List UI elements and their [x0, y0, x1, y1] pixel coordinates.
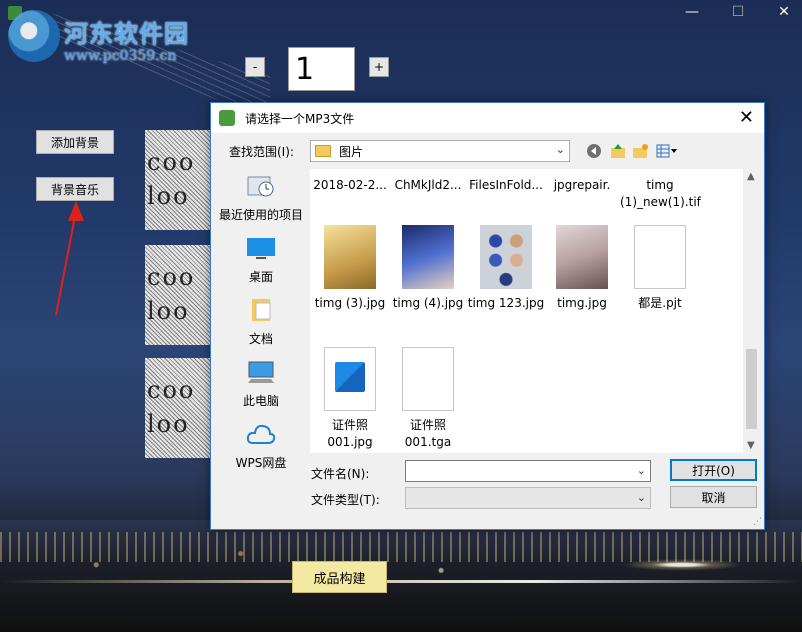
file-item[interactable]: ChMkJld2... — [388, 177, 468, 194]
file-item[interactable]: FilesInFold... — [466, 177, 546, 194]
file-name: timg 123.jpg — [467, 296, 545, 310]
image-thumbnail — [556, 225, 608, 289]
file-item[interactable]: timg 123.jpg — [466, 225, 546, 312]
up-folder-icon[interactable] — [609, 142, 627, 160]
night-city-background — [0, 520, 802, 632]
decrement-button[interactable]: - — [245, 57, 265, 77]
file-name: 证件照 001.tga — [404, 418, 452, 449]
new-folder-icon[interactable] — [631, 142, 649, 160]
place-label: 桌面 — [248, 270, 273, 284]
file-name: timg.jpg — [557, 296, 607, 310]
add-background-button[interactable]: 添加背景 — [36, 130, 114, 154]
document-icon — [634, 225, 686, 289]
document-icon — [402, 347, 454, 411]
dialog-titlebar: 请选择一个MP3文件 ✕ — [211, 103, 764, 133]
file-item[interactable]: timg (3).jpg — [310, 225, 390, 312]
page-number-field[interactable]: 1 — [288, 47, 355, 91]
background-thumbnail[interactable]: coo loo — [145, 358, 215, 458]
documents-icon — [252, 299, 271, 321]
open-file-dialog: 请选择一个MP3文件 ✕ 查找范围(I): 图片 ⌄ 最近使用的项目 桌面 文档 — [210, 102, 765, 530]
back-icon[interactable] — [585, 142, 603, 160]
minimize-button[interactable]: — — [682, 4, 702, 20]
file-item[interactable]: timg.jpg — [542, 225, 622, 312]
computer-icon — [248, 361, 274, 383]
thumbnail-text: loo — [147, 410, 190, 438]
file-item[interactable]: jpgrepair. — [542, 177, 622, 194]
file-item[interactable]: 都是.pjt — [620, 225, 700, 312]
place-label: WPS网盘 — [235, 456, 287, 470]
place-desktop[interactable]: 桌面 — [215, 235, 307, 285]
places-bar: 最近使用的项目 桌面 文档 此电脑 WPS网盘 — [215, 169, 307, 470]
place-label: 最近使用的项目 — [218, 208, 303, 222]
place-label: 文档 — [248, 332, 273, 346]
place-wps-cloud[interactable]: WPS网盘 — [215, 421, 307, 471]
file-name: jpgrepair. — [553, 178, 611, 192]
chevron-down-icon: ⌄ — [636, 464, 646, 477]
cancel-button[interactable]: 取消 — [670, 486, 757, 508]
build-product-button[interactable]: 成品构建 — [292, 561, 387, 593]
file-item[interactable]: timg (1)_new(1).tif — [620, 177, 701, 211]
scroll-down-icon[interactable]: ▼ — [747, 440, 755, 451]
place-recent[interactable]: 最近使用的项目 — [215, 173, 307, 223]
window-controls: — ☐ ✕ — [682, 4, 794, 20]
filename-label: 文件名(N): — [311, 467, 370, 481]
scroll-up-icon[interactable]: ▲ — [747, 171, 755, 182]
filetype-label: 文件类型(T): — [311, 493, 380, 507]
file-item[interactable]: 证件照 001.jpg — [310, 347, 390, 451]
thumbnail-text: loo — [147, 182, 190, 210]
thumbnail-text: coo — [147, 376, 196, 404]
vertical-scrollbar[interactable]: ▲ ▼ — [743, 169, 760, 453]
look-in-label: 查找范围(I): — [229, 145, 294, 159]
watermark-title: 河东软件园 — [64, 19, 189, 48]
place-this-pc[interactable]: 此电脑 — [215, 359, 307, 409]
file-name: timg (1)_new(1).tif — [620, 178, 701, 209]
desktop-icon — [247, 238, 275, 259]
look-in-dropdown[interactable]: 图片 ⌄ — [310, 140, 570, 162]
maximize-button[interactable]: ☐ — [728, 4, 748, 20]
close-button[interactable]: ✕ — [774, 4, 794, 20]
file-name: FilesInFold... — [469, 178, 543, 192]
thumbnail-text: coo — [147, 263, 196, 291]
watermark-url: www.pc0359.cn — [64, 48, 177, 64]
background-thumbnail[interactable]: coo loo — [145, 245, 215, 345]
red-arrow-icon — [55, 201, 84, 316]
file-name: timg (4).jpg — [392, 296, 464, 310]
thumbnail-text: coo — [147, 148, 196, 176]
scrollbar-thumb[interactable] — [746, 349, 757, 429]
dialog-app-icon — [219, 110, 235, 126]
file-name: 2018-02-2... — [313, 178, 387, 192]
view-menu-icon[interactable] — [655, 142, 679, 160]
file-name: 都是.pjt — [638, 296, 682, 310]
dialog-close-button[interactable]: ✕ — [739, 107, 754, 128]
increment-button[interactable]: + — [369, 57, 389, 77]
recent-items-icon — [247, 176, 274, 197]
file-item[interactable]: 证件照 001.tga — [388, 347, 468, 451]
image-thumbnail — [402, 225, 454, 289]
chevron-down-icon: ⌄ — [636, 491, 646, 504]
file-name: 证件照 001.jpg — [327, 418, 373, 449]
image-thumbnail — [324, 225, 376, 289]
thumbnail-text: loo — [147, 297, 190, 325]
watermark-logo-icon — [8, 10, 60, 62]
place-documents[interactable]: 文档 — [215, 297, 307, 347]
place-label: 此电脑 — [242, 394, 279, 408]
open-button[interactable]: 打开(O) — [670, 459, 757, 481]
file-item[interactable]: timg (4).jpg — [388, 225, 468, 312]
resize-grip-icon[interactable]: ⋰ — [753, 517, 762, 527]
file-item[interactable]: 2018-02-2... — [310, 177, 390, 194]
filename-input[interactable]: ⌄ — [405, 460, 651, 482]
image-file-icon — [324, 347, 376, 411]
folder-icon — [315, 145, 331, 157]
image-thumbnail — [480, 225, 532, 289]
file-list: 2018-02-2... ChMkJld2... FilesInFold... … — [310, 169, 760, 453]
cloud-icon — [246, 424, 276, 444]
file-name: ChMkJld2... — [394, 178, 462, 192]
filetype-dropdown[interactable]: ⌄ — [405, 487, 651, 509]
file-name: timg (3).jpg — [314, 296, 386, 310]
chevron-down-icon: ⌄ — [555, 143, 565, 156]
dialog-title: 请选择一个MP3文件 — [245, 111, 355, 126]
look-in-value: 图片 — [339, 144, 364, 159]
background-thumbnail[interactable]: coo loo — [145, 130, 215, 230]
